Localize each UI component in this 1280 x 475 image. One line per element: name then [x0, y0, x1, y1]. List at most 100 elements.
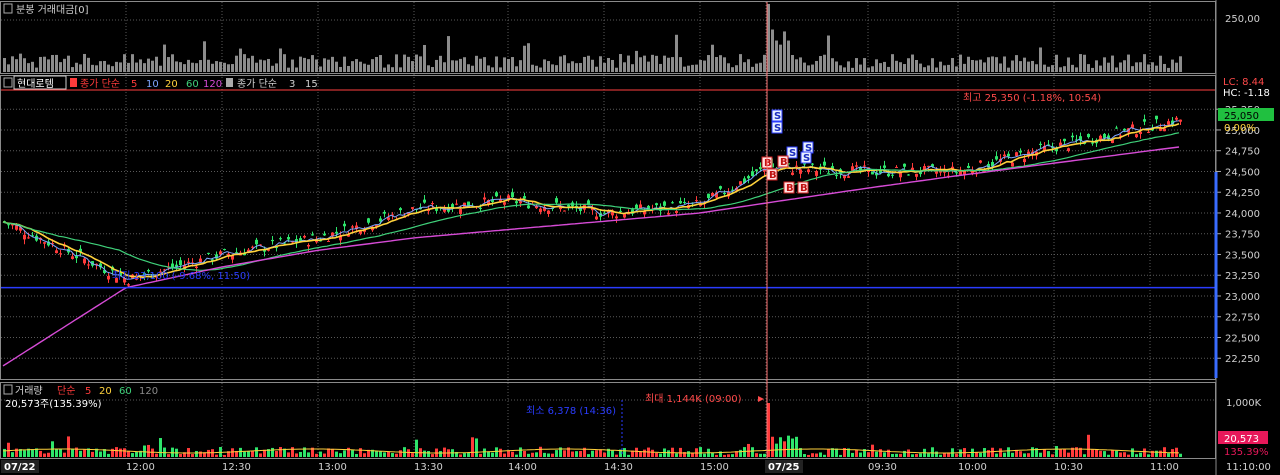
volume-bar: [519, 447, 522, 457]
amount-bar: [495, 56, 498, 72]
amount-bar: [271, 65, 274, 72]
amount-bar: [1083, 54, 1086, 72]
amount-bar: [903, 64, 906, 72]
amount-bar: [907, 58, 910, 72]
amount-bar: [311, 55, 314, 72]
stock-chart[interactable]: 22,250 22,500 22,750 23,000 23,250 23,500 23,7…: [0, 0, 1280, 475]
candle-body: [411, 207, 414, 209]
amount-bar: [163, 44, 166, 72]
candle-body: [87, 264, 90, 266]
volume-bar: [71, 448, 74, 457]
candle-body: [1063, 138, 1066, 142]
amount-bar: [699, 60, 702, 72]
candle-body: [847, 176, 850, 178]
amount-bar: [487, 65, 490, 72]
volume-bar: [23, 450, 26, 457]
amount-bar: [911, 54, 914, 72]
volume-bar: [115, 447, 118, 457]
time-axis-right-label: 11:10:00: [1226, 462, 1271, 473]
candle-body: [547, 210, 550, 214]
amount-bar: [947, 64, 950, 72]
buy-signal-label: B: [764, 158, 772, 169]
amount-bar: [791, 55, 794, 72]
amount-bar: [435, 59, 438, 72]
volume-bar: [363, 453, 366, 457]
volume-bar: [955, 453, 958, 457]
volume-bar: [291, 447, 294, 457]
volume-bar: [487, 451, 490, 457]
amount-bar: [515, 66, 518, 72]
volume-bar: [251, 450, 254, 457]
volume-bar: [423, 450, 426, 457]
amount-bar: [943, 65, 946, 72]
candle-body: [1147, 131, 1150, 133]
amount-bar: [751, 66, 754, 72]
candle-body: [83, 258, 86, 264]
amount-bar: [1175, 62, 1178, 72]
amount-bar: [1035, 64, 1038, 72]
candle-body: [1019, 150, 1022, 153]
candle-body: [1167, 121, 1170, 125]
amount-bar: [183, 64, 186, 72]
amount-bar: [939, 61, 942, 72]
amount-bar: [75, 62, 78, 72]
amount-bar: [127, 62, 130, 72]
amount-bar: [235, 55, 238, 72]
candle-body: [719, 186, 722, 189]
amount-bar: [1107, 62, 1110, 72]
amount-bar: [139, 59, 142, 72]
candle-body: [615, 216, 618, 219]
candle-body: [351, 226, 354, 228]
volume-bar: [407, 449, 410, 457]
amount-bar: [219, 61, 222, 72]
candle-body: [515, 201, 518, 204]
low-label: 최저 23,100 (-9.68%, 11:50): [112, 270, 250, 282]
volume-bar: [59, 448, 62, 457]
candle-body: [855, 165, 858, 167]
volume-bar: [427, 451, 430, 457]
amount-bar: [667, 57, 670, 72]
volume-bar: [927, 453, 930, 457]
amount-bar: [23, 58, 26, 72]
amount-bar: [855, 58, 858, 72]
price-tick-label: 24,000: [1225, 209, 1260, 220]
amount-bar: [963, 63, 966, 72]
amount-bar: [523, 45, 526, 72]
volume-bar: [123, 448, 126, 457]
volume-bar: [415, 439, 418, 457]
amount-bar: [1019, 61, 1022, 72]
amount-bar: [247, 58, 250, 72]
amount-bar: [1067, 57, 1070, 72]
amount-bar: [1131, 66, 1134, 72]
amount-bar: [1063, 66, 1066, 72]
amount-bar: [971, 60, 974, 72]
amount-bar: [579, 62, 582, 72]
amount-bar: [1123, 60, 1126, 72]
amount-bar: [1115, 67, 1118, 72]
time-label: 15:00: [700, 462, 729, 473]
volume-bar: [807, 454, 810, 457]
volume-bar: [991, 447, 994, 457]
candle-body: [495, 192, 498, 197]
amount-bar: [839, 65, 842, 72]
volume-bar: [83, 449, 86, 457]
volume-bar: [439, 451, 442, 457]
amount-bar: [711, 44, 714, 72]
amount-bar: [423, 44, 426, 72]
amount-bar: [991, 56, 994, 72]
amount-bar: [371, 59, 374, 72]
amount-bar: [583, 56, 586, 72]
candle-body: [723, 192, 726, 195]
amount-bar: [747, 59, 750, 72]
amount-bar: [107, 64, 110, 72]
amount-bar: [299, 56, 302, 72]
amount-bar: [335, 61, 338, 72]
volume-bar: [499, 448, 502, 457]
amount-bar: [187, 59, 190, 72]
volume-bar: [747, 443, 750, 457]
amount-bar: [887, 66, 890, 72]
volume-current-pct: 135.39%: [1224, 447, 1269, 458]
amount-bar: [595, 66, 598, 72]
candle-body: [675, 211, 678, 214]
volume-bar: [623, 448, 626, 457]
